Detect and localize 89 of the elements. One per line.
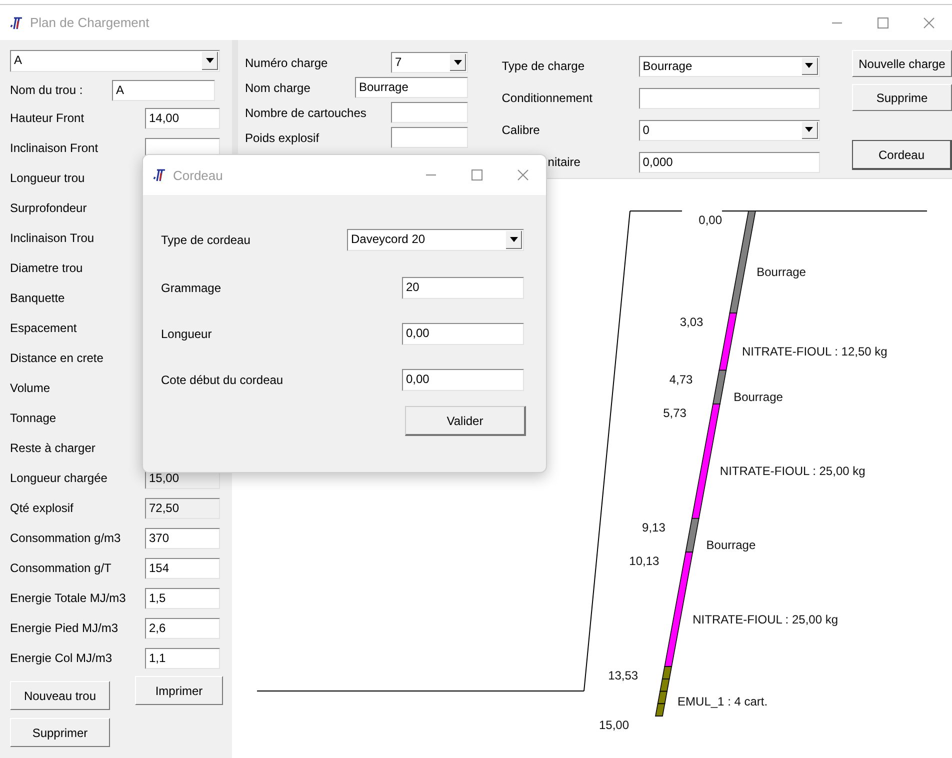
segment-label: NITRATE-FIOUL : 25,00 kg (720, 464, 866, 478)
app-logo-icon (151, 167, 167, 183)
action-button[interactable]: Nouvelle charge (852, 50, 952, 77)
segment-label: Bourrage (756, 265, 806, 279)
input-field[interactable]: 0,00 (402, 369, 524, 391)
action-button[interactable]: Nouveau trou (10, 681, 110, 710)
depth-label: 0,00 (698, 213, 722, 227)
depth-label: 10,13 (629, 554, 660, 568)
field-label: Conditionnement (502, 91, 594, 105)
validate-button[interactable]: Valider (405, 406, 526, 436)
input-field[interactable]: 20 (402, 277, 524, 299)
field-label: Qté explosif (10, 501, 74, 515)
field-label: Nom du trou : (10, 83, 84, 97)
caret-icon (510, 237, 518, 242)
input-field[interactable]: 1,5 (145, 588, 220, 608)
dropdown[interactable]: Daveycord 20 (347, 229, 524, 251)
field-label: Nom charge (245, 80, 312, 94)
input-field[interactable]: 0,00 (402, 323, 524, 345)
dropdown[interactable]: Bourrage (638, 56, 820, 76)
input-field[interactable]: 2,6 (145, 618, 220, 638)
maximize-icon (471, 169, 483, 181)
action-button[interactable]: Imprimer (135, 676, 223, 705)
field-label: Energie Totale MJ/m3 (10, 591, 127, 605)
field-label: Espacement (10, 321, 78, 335)
depth-label: 9,13 (642, 520, 666, 534)
input-field[interactable]: 154 (145, 558, 220, 578)
depth-label: 3,03 (680, 315, 704, 330)
field-label: Type de charge (502, 59, 586, 73)
input-field[interactable] (391, 102, 468, 123)
depth-label: 5,73 (663, 406, 686, 420)
caret-icon (206, 58, 214, 63)
dropdown[interactable]: 7 (391, 52, 468, 73)
close-icon (923, 16, 935, 28)
field-label: Volume (10, 381, 52, 395)
field-label: Inclinaison Front (10, 141, 100, 155)
field-label: Diametre trou (10, 261, 84, 275)
input-field[interactable]: 72,50 (145, 498, 220, 518)
maximize-icon (877, 16, 889, 28)
field-label: Tonnage (10, 411, 58, 425)
field-label: Longueur (161, 327, 212, 341)
field-label: Energie Pied MJ/m3 (10, 621, 120, 635)
segment-label: NITRATE-FIOUL : 12,50 kg (742, 344, 888, 359)
field-label: Inclinaison Trou (10, 231, 96, 245)
depth-label: 13,53 (608, 668, 638, 683)
dropdown[interactable]: 0 (638, 120, 820, 140)
window-title: Plan de Chargement (30, 15, 150, 30)
ground-line (630, 210, 682, 212)
segment-label: Bourrage (734, 390, 783, 404)
field-label: Poids explosif (245, 130, 320, 144)
field-label: Consommation g/m3 (10, 531, 122, 545)
input-field[interactable]: Bourrage (355, 77, 468, 98)
app-logo-icon (8, 14, 24, 30)
field-label: Hauteur Front (10, 111, 86, 125)
action-button[interactable]: Supprime (852, 84, 952, 111)
field-label: Calibre (502, 123, 541, 137)
input-field[interactable]: 1,1 (145, 648, 220, 668)
field-label: Type de cordeau (161, 233, 250, 247)
field-label: Grammage (161, 281, 222, 295)
input-field[interactable] (638, 88, 820, 108)
segment-label: NITRATE-FIOUL : 25,00 kg (692, 612, 838, 626)
field-label: Reste à charger (10, 441, 96, 455)
depth-label: 4,73 (669, 372, 693, 386)
caret-icon (454, 60, 462, 64)
field-label: Banquette (10, 291, 66, 305)
hole-dropdown[interactable]: A (10, 50, 220, 72)
dialog-title: Cordeau (173, 168, 223, 182)
input-field[interactable] (391, 127, 468, 148)
field-label: Distance en crete (10, 351, 104, 365)
hole-name-field[interactable]: A (112, 80, 215, 100)
field-label: Surprofondeur (10, 201, 88, 215)
caret-icon (805, 127, 814, 132)
close-icon (517, 169, 529, 181)
field-label: Energie Col MJ/m3 (10, 651, 114, 665)
caret-icon (805, 63, 814, 68)
action-button[interactable]: Supprimer (10, 718, 110, 747)
depth-label: 15,00 (598, 718, 629, 732)
input-field[interactable]: 370 (145, 528, 220, 548)
input-field[interactable]: 14,00 (145, 108, 220, 128)
field-label: Consommation g/T (10, 561, 112, 575)
field-label: Longueur trou (10, 171, 86, 185)
field-label: nitaire (546, 155, 582, 169)
field-label: Numéro charge (245, 56, 329, 70)
field-label: Cote début du cordeau (161, 373, 284, 387)
field-label: Nombre de cartouches (245, 106, 368, 120)
segment-label: EMUL_1 : 4 cart. (678, 694, 768, 708)
action-button[interactable]: Cordeau (852, 140, 952, 170)
input-field[interactable]: 0,000 (638, 152, 820, 172)
field-label: Longueur chargée (10, 471, 108, 485)
segment-label: Bourrage (706, 538, 756, 552)
